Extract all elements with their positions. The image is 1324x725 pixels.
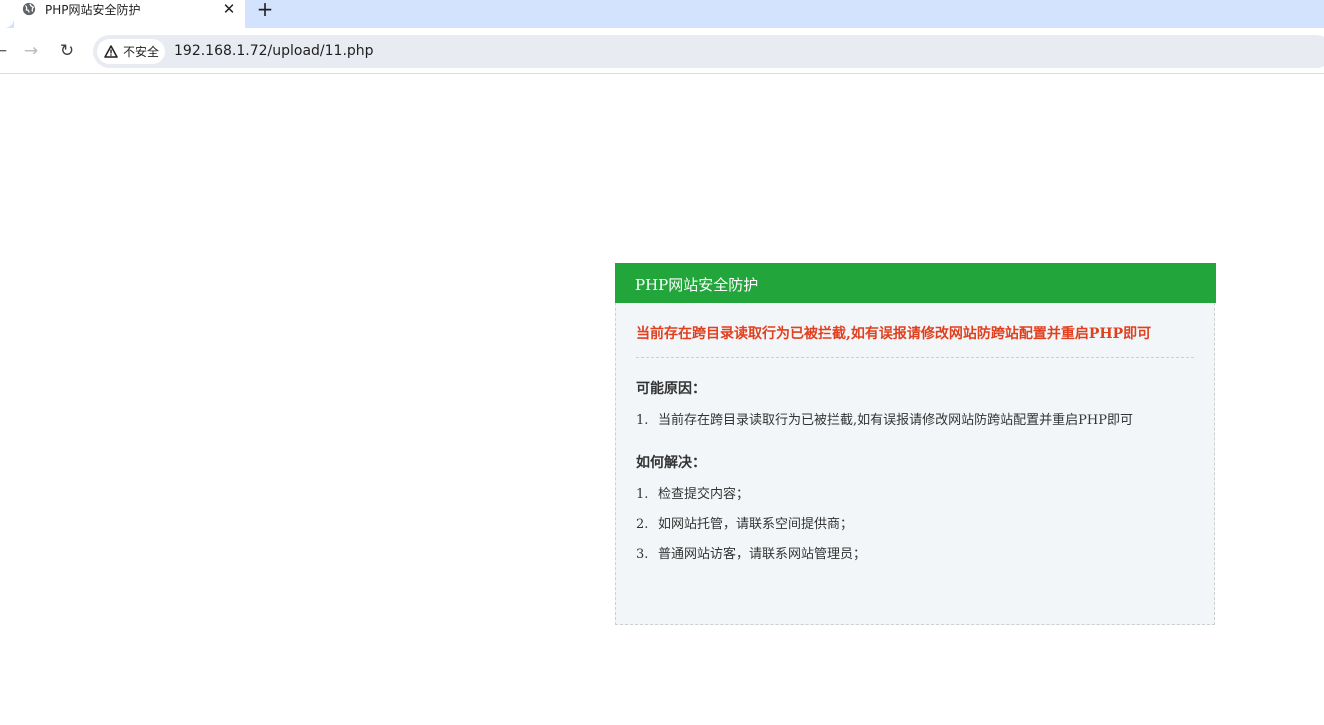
tab-strip: PHP网站安全防护 ✕ + [0, 0, 1324, 28]
solution-item: 3. 普通网站访客，请联系网站管理员； [636, 543, 866, 562]
security-notice-panel: PHP网站安全防护 当前存在跨目录读取行为已被拦截,如有误报请修改网站防跨站配置… [615, 263, 1216, 625]
back-arrow-icon[interactable]: ← [0, 39, 12, 63]
warning-icon [104, 45, 118, 58]
security-label: 不安全 [123, 45, 160, 59]
solution-item: 2. 如网站托管，请联系空间提供商； [636, 513, 853, 532]
panel-header: PHP网站安全防护 [615, 263, 1216, 303]
list-text: 普通网站访客，请联系网站管理员； [658, 547, 867, 562]
list-text: 如网站托管，请联系空间提供商； [658, 517, 854, 532]
browser-toolbar: ← → ↻ 不安全 192.168.1.72/upload/11.php [0, 28, 1324, 74]
browser-tab[interactable]: PHP网站安全防护 ✕ [14, 0, 245, 28]
solutions-heading: 如何解决： [636, 455, 706, 471]
security-indicator[interactable]: 不安全 [97, 39, 165, 64]
forward-arrow-icon[interactable]: → [19, 39, 43, 63]
tab-strip-edge [0, 0, 14, 28]
reload-icon[interactable]: ↻ [55, 39, 79, 63]
list-number: 1. [636, 413, 649, 428]
solution-item: 1. 检查提交内容； [636, 483, 749, 502]
causes-heading: 可能原因： [636, 381, 706, 397]
list-text: 当前存在跨目录读取行为已被拦截,如有误报请修改网站防跨站配置并重启PHP即可 [658, 413, 1133, 428]
list-number: 2. [636, 517, 649, 532]
close-icon[interactable]: ✕ [219, 0, 239, 19]
list-number: 3. [636, 547, 649, 562]
panel-title: PHP网站安全防护 [635, 276, 759, 294]
list-text: 检查提交内容； [658, 487, 750, 502]
url-text[interactable]: 192.168.1.72/upload/11.php [174, 43, 374, 59]
alert-message: 当前存在跨目录读取行为已被拦截,如有误报请修改网站防跨站配置并重启PHP即可 [636, 326, 1152, 342]
cause-item: 1. 当前存在跨目录读取行为已被拦截,如有误报请修改网站防跨站配置并重启PHP即可 [636, 409, 1133, 428]
address-bar[interactable]: 不安全 192.168.1.72/upload/11.php [93, 35, 1324, 68]
list-number: 1. [636, 487, 649, 502]
globe-icon [22, 2, 36, 16]
divider [636, 357, 1194, 358]
tab-title: PHP网站安全防护 [45, 3, 141, 17]
plus-icon[interactable]: + [253, 0, 277, 21]
